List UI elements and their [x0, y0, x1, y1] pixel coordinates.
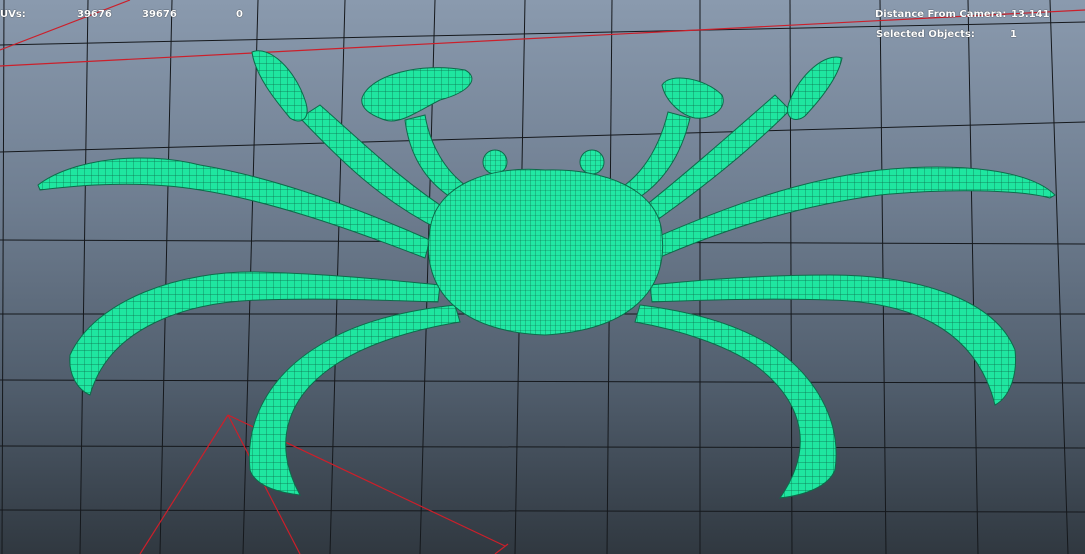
hud-selected-objects-value: 1: [1010, 29, 1017, 40]
hud-uvs-value-object: 39676: [77, 9, 112, 20]
left-pincer: [361, 67, 473, 122]
right-pincer: [661, 77, 724, 119]
right-claw: [787, 56, 843, 120]
left-eye: [482, 149, 508, 175]
hud-distance-value: 13.141: [1011, 9, 1050, 20]
hud-uvs-value-selected: 39676: [142, 9, 177, 20]
left-claw: [251, 50, 308, 122]
right-eye: [579, 149, 605, 175]
crab-wireframe-model: [37, 50, 1056, 499]
left-leg-3: [248, 304, 461, 496]
maya-3d-viewport[interactable]: UVs: 39676 39676 0 Distance From Camera:…: [0, 0, 1085, 554]
viewport-scene[interactable]: [0, 0, 1085, 554]
hud-distance-label: Distance From Camera:: [875, 9, 1007, 20]
hud-selected-objects-label: Selected Objects:: [876, 29, 975, 40]
right-leg-1: [649, 166, 1056, 259]
right-leg-3: [634, 304, 837, 499]
carapace: [428, 168, 664, 336]
hud-uvs-label: UVs:: [0, 9, 26, 20]
hud-uvs-value-component: 0: [236, 9, 243, 20]
